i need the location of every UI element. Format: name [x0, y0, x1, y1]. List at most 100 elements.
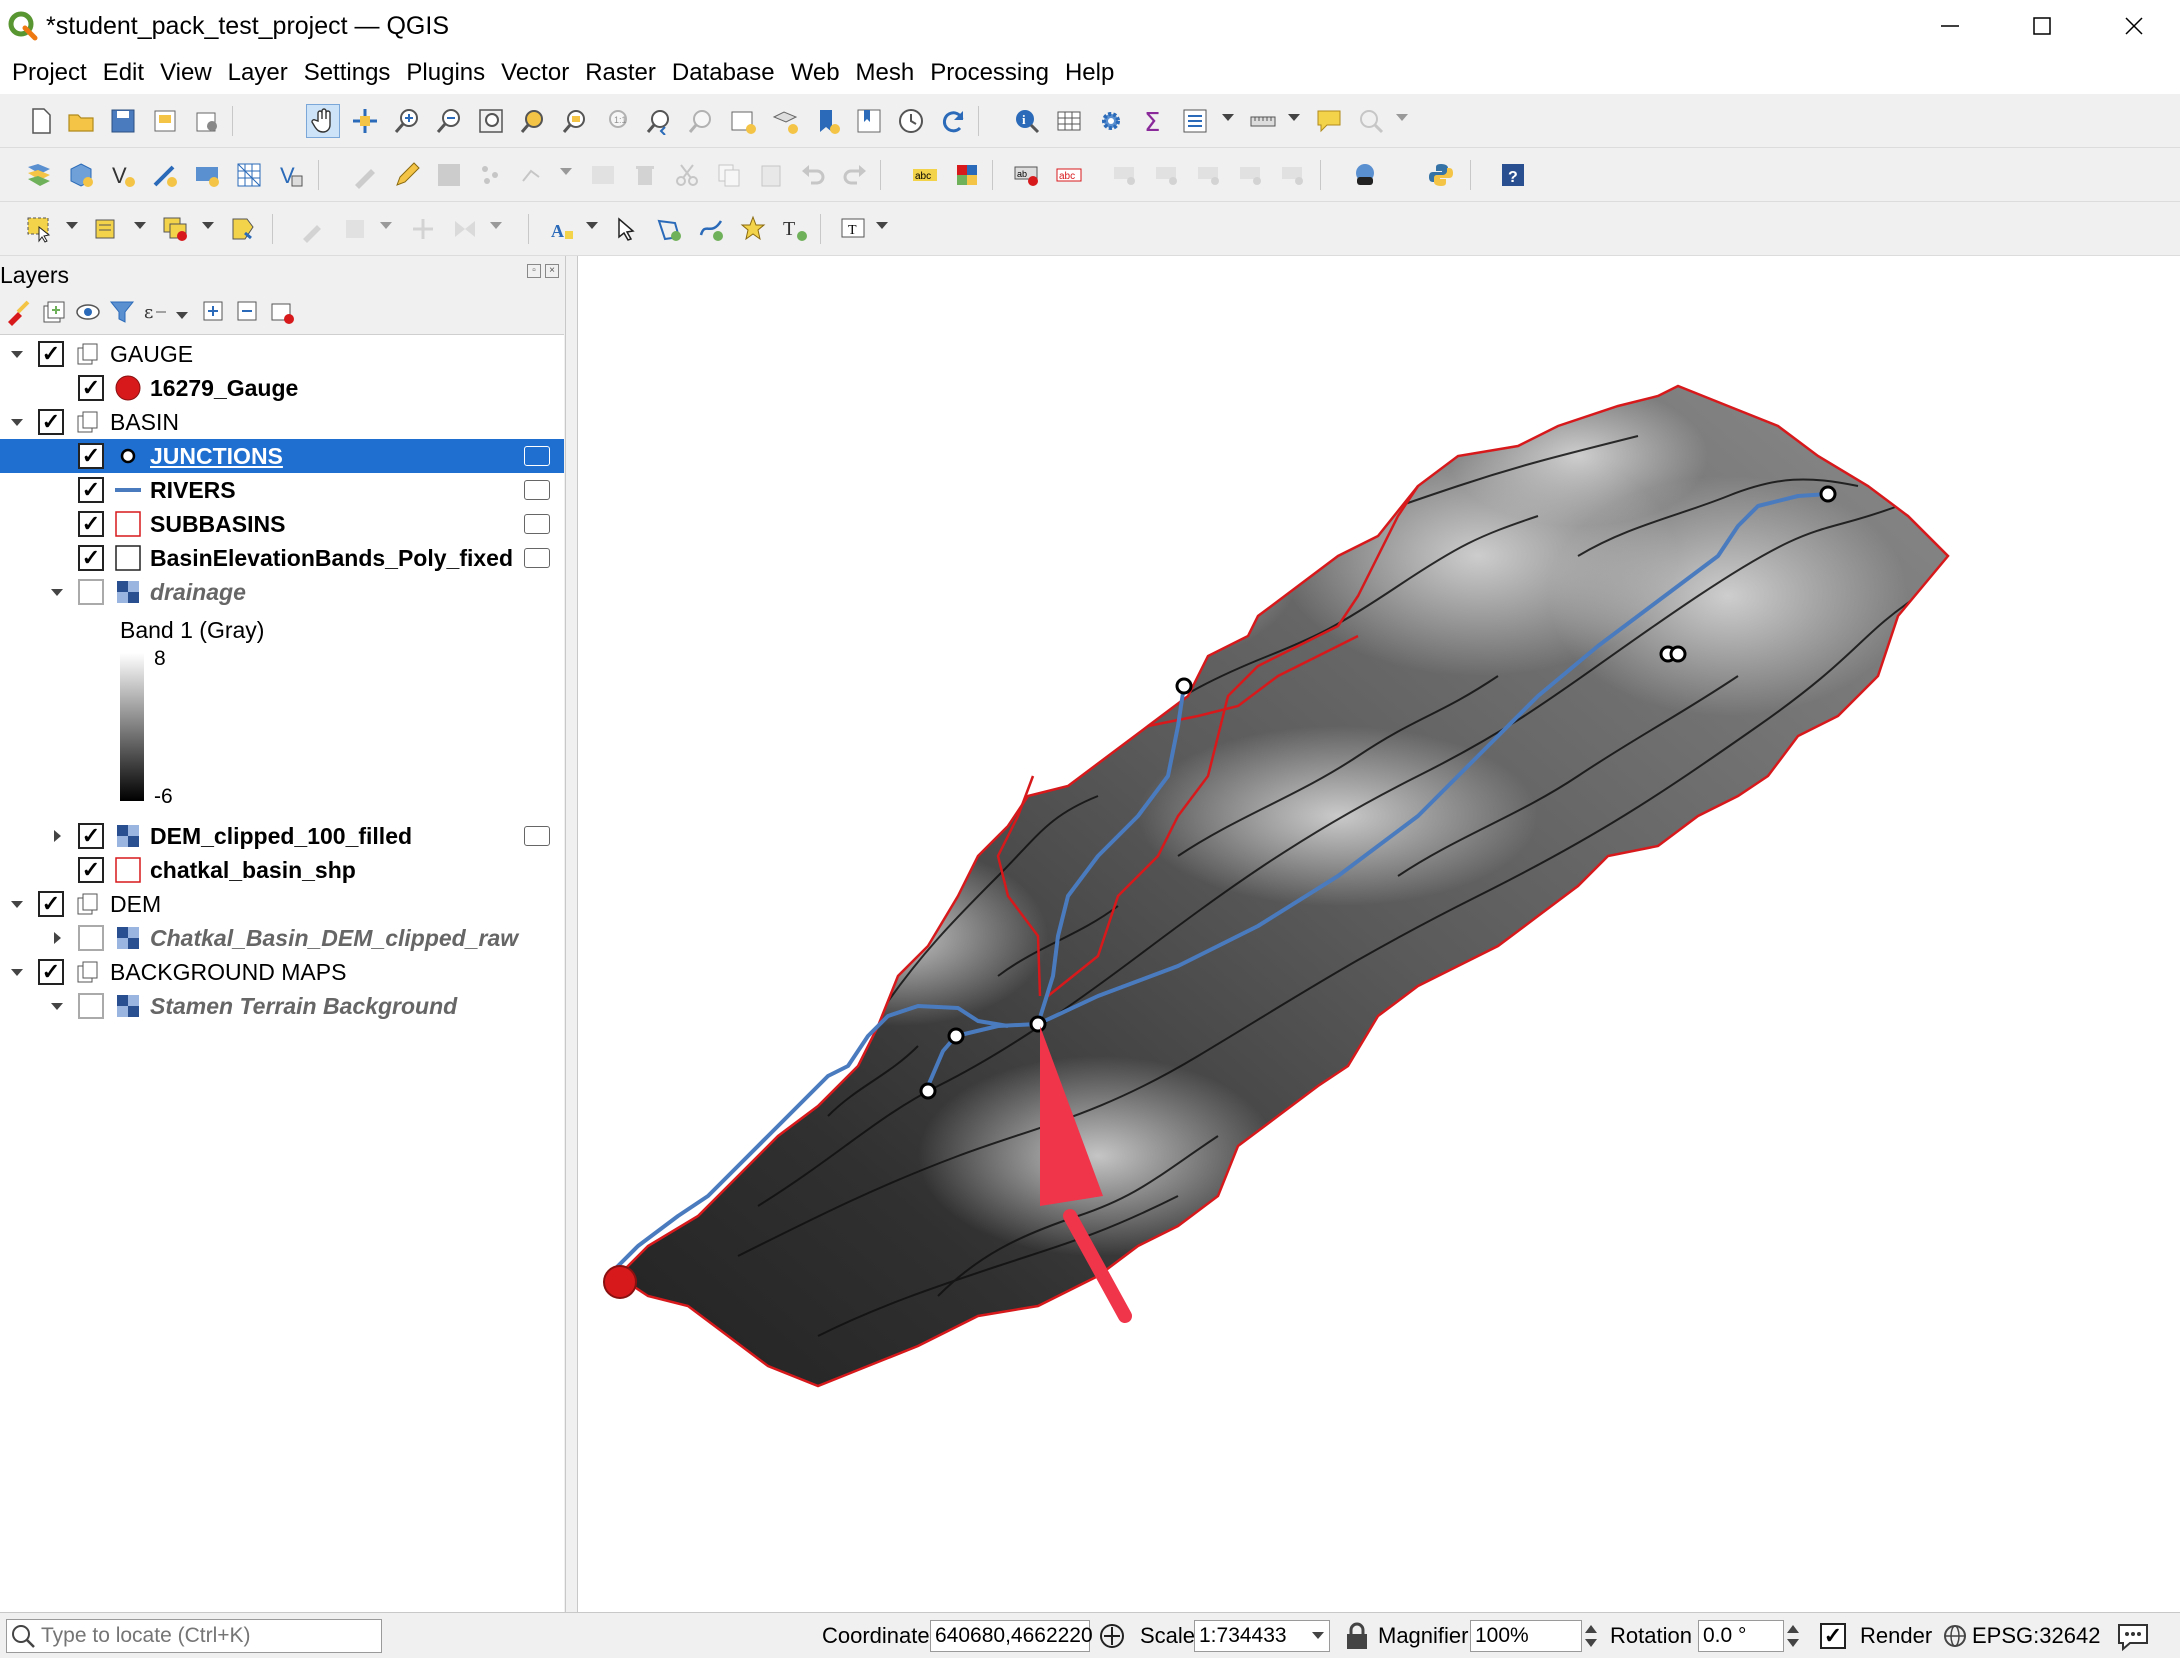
layer-indicator-icon[interactable] [524, 514, 550, 534]
layer-group-background-maps[interactable]: ✓ BACKGROUND MAPS [0, 955, 564, 989]
toggle-extents-icon[interactable] [1096, 1621, 1130, 1651]
attributes-form-button[interactable] [1178, 104, 1212, 138]
hcmgis-plugin-button[interactable] [1348, 158, 1382, 192]
pan-map-button[interactable] [306, 104, 340, 138]
manage-visibility-icon[interactable] [74, 298, 102, 326]
layer-chatkal-basin-shp[interactable]: ✓ chatkal_basin_shp [0, 853, 564, 887]
layer-visibility-checkbox[interactable]: ✓ [38, 341, 64, 367]
layer-indicator-icon[interactable] [524, 548, 550, 568]
layout-manager-button[interactable] [190, 104, 224, 138]
collapse-arrow-icon[interactable] [48, 997, 66, 1015]
new-map-view-button[interactable] [726, 104, 760, 138]
python-console-button[interactable] [1424, 158, 1458, 192]
layer-group-dem[interactable]: ✓ DEM [0, 887, 564, 921]
toggle-editing-button[interactable] [390, 158, 424, 192]
zoom-next-button[interactable] [684, 104, 718, 138]
map-canvas[interactable] [577, 256, 2180, 1612]
modify-attributes-button[interactable] [586, 158, 620, 192]
close-panel-button[interactable]: × [545, 264, 559, 278]
expand-arrow-icon[interactable] [48, 827, 66, 845]
layer-indicator-icon[interactable] [524, 826, 550, 846]
gauge-point[interactable] [603, 1265, 637, 1299]
text-annotation-button[interactable]: A [546, 212, 580, 246]
layer-indicator-icon[interactable] [524, 446, 550, 466]
advanced-digitize-button[interactable] [296, 212, 330, 246]
layer-diagram-options-button[interactable] [950, 158, 984, 192]
save-layer-edits-button[interactable] [432, 158, 466, 192]
refresh-button[interactable] [936, 104, 970, 138]
rotation-value[interactable]: 0.0 ° [1698, 1620, 1784, 1652]
layer-visibility-checkbox[interactable] [78, 579, 104, 605]
temporal-controller-button[interactable] [894, 104, 928, 138]
coordinate-value[interactable]: 640680,4662220 [930, 1620, 1093, 1652]
layer-visibility-checkbox[interactable]: ✓ [78, 443, 104, 469]
show-bookmarks-button[interactable] [852, 104, 886, 138]
crs-button[interactable]: EPSG:32642 [1942, 1621, 2100, 1651]
menu-database[interactable]: Database [664, 52, 783, 94]
layer-group-basin[interactable]: ✓ BASIN [0, 405, 564, 439]
menu-mesh[interactable]: Mesh [848, 52, 923, 94]
select-by-value-button[interactable] [90, 212, 124, 246]
cut-features-button[interactable] [670, 158, 704, 192]
menu-edit[interactable]: Edit [95, 52, 152, 94]
filter-expression-icon[interactable]: ε [142, 298, 170, 326]
new-virtual-layer-button[interactable] [190, 158, 224, 192]
identify-features-button[interactable]: i [1010, 104, 1044, 138]
collapse-arrow-icon[interactable] [8, 895, 26, 913]
move-label-button[interactable] [1192, 158, 1226, 192]
select-by-location-button[interactable] [226, 212, 260, 246]
menu-web[interactable]: Web [783, 52, 848, 94]
coordinate-field[interactable]: 640680,4662220 [930, 1620, 1093, 1652]
new-3d-map-view-button[interactable] [768, 104, 802, 138]
maximize-button[interactable] [1996, 0, 2088, 52]
show-hide-labels-button[interactable] [1150, 158, 1184, 192]
spin-arrows-icon[interactable] [1784, 1620, 1802, 1652]
close-button[interactable] [2088, 0, 2180, 52]
layer-visibility-checkbox[interactable]: ✓ [38, 409, 64, 435]
layer-dem-clipped-filled[interactable]: ✓ DEM_clipped_100_filled [0, 819, 564, 853]
new-shapefile-layer-button[interactable]: V [106, 158, 140, 192]
statistical-summary-button[interactable]: Σ [1136, 104, 1170, 138]
new-temporary-layer-button[interactable]: V [274, 158, 308, 192]
zoom-full-button[interactable] [474, 104, 508, 138]
menu-project[interactable]: Project [4, 52, 95, 94]
add-group-icon[interactable] [40, 298, 68, 326]
locator-search-box[interactable] [6, 1619, 382, 1653]
map-tips-button[interactable] [1312, 104, 1346, 138]
undo-button[interactable] [796, 158, 830, 192]
menu-layer[interactable]: Layer [220, 52, 296, 94]
add-point-feature-button[interactable] [474, 158, 508, 192]
layer-chatkal-dem-raw[interactable]: Chatkal_Basin_DEM_clipped_raw [0, 921, 564, 955]
split-features-button[interactable] [406, 212, 440, 246]
vertex-tool-button[interactable] [516, 158, 550, 192]
float-panel-button[interactable]: ▫ [527, 264, 541, 278]
toggle-label-display-button[interactable]: abc [1052, 158, 1086, 192]
delete-selected-button[interactable] [628, 158, 662, 192]
layer-visibility-checkbox[interactable] [78, 993, 104, 1019]
layer-rivers[interactable]: ✓ RIVERS [0, 473, 564, 507]
rotate-label-button[interactable] [1234, 158, 1268, 192]
paste-features-button[interactable] [754, 158, 788, 192]
menu-settings[interactable]: Settings [296, 52, 399, 94]
locator-search-input[interactable] [41, 1624, 361, 1648]
copy-features-button[interactable] [712, 158, 746, 192]
current-edits-button[interactable] [348, 158, 382, 192]
lock-scale-icon[interactable] [1344, 1621, 1370, 1651]
expand-all-icon[interactable] [200, 298, 228, 326]
collapse-all-icon[interactable] [234, 298, 262, 326]
spin-arrows-icon[interactable] [1582, 1620, 1600, 1652]
zoom-out-button[interactable] [432, 104, 466, 138]
collapse-arrow-icon[interactable] [8, 345, 26, 363]
layer-labeling-options-button[interactable]: abc [908, 158, 942, 192]
deselect-features-button[interactable] [158, 212, 192, 246]
expand-arrow-icon[interactable] [48, 929, 66, 947]
layer-visibility-checkbox[interactable]: ✓ [78, 823, 104, 849]
menu-processing[interactable]: Processing [922, 52, 1057, 94]
menu-plugins[interactable]: Plugins [398, 52, 493, 94]
highlight-pinned-labels-button[interactable]: ab [1010, 158, 1044, 192]
help-contents-button[interactable]: ? [1496, 158, 1530, 192]
layer-16279-gauge[interactable]: ✓ 16279_Gauge [0, 371, 564, 405]
magnifier-value[interactable]: 100% [1470, 1620, 1582, 1652]
rotation-spinbox[interactable]: 0.0 ° [1698, 1620, 1802, 1652]
new-project-button[interactable] [24, 104, 58, 138]
